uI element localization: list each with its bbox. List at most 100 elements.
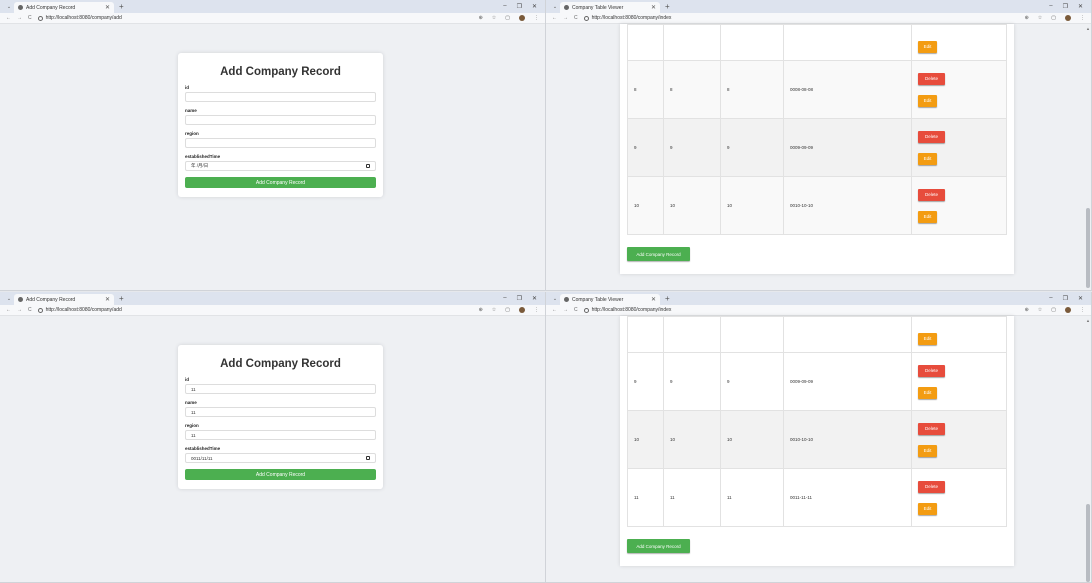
zoom-icon[interactable]: ⊕ (1025, 307, 1029, 313)
delete-button[interactable]: Delete (918, 364, 945, 377)
zoom-icon[interactable]: ⊕ (479, 15, 483, 21)
forward-icon[interactable]: → (17, 307, 22, 313)
tab-search-icon[interactable]: ⌄ (550, 2, 560, 11)
new-tab-icon[interactable]: + (665, 2, 670, 11)
close-tab-icon[interactable]: ✕ (651, 4, 656, 11)
edit-button[interactable]: Edit (918, 94, 937, 107)
profile-avatar[interactable] (1065, 15, 1071, 21)
profile-avatar[interactable] (519, 307, 525, 313)
bookmark-star-icon[interactable]: ☆ (492, 15, 496, 21)
id-input[interactable]: 11 (185, 384, 376, 394)
delete-button[interactable]: Delete (918, 130, 945, 143)
calendar-icon[interactable] (366, 456, 370, 460)
url-field[interactable]: http://localhost:8080/company/add (37, 15, 122, 21)
url-field[interactable]: http://localhost:8080/company/add (37, 307, 122, 313)
site-info-icon[interactable] (37, 307, 43, 313)
close-tab-icon[interactable]: ✕ (105, 4, 110, 11)
site-info-icon[interactable] (37, 15, 43, 21)
restore-icon[interactable]: ❐ (1063, 3, 1068, 10)
menu-icon[interactable]: ⋮ (1080, 307, 1085, 313)
delete-button[interactable]: Delete (918, 480, 945, 493)
bookmark-star-icon[interactable]: ☆ (492, 307, 496, 313)
close-window-icon[interactable]: ✕ (532, 295, 537, 302)
close-tab-icon[interactable]: ✕ (105, 296, 110, 303)
extensions-icon[interactable]: ▢ (505, 15, 510, 21)
tab-search-icon[interactable]: ⌄ (4, 2, 14, 11)
id-input[interactable] (185, 92, 376, 102)
add-company-record-button[interactable]: Add Company Record (627, 247, 690, 261)
edit-button[interactable]: Edit (918, 502, 937, 515)
extensions-icon[interactable]: ▢ (1051, 15, 1056, 21)
forward-icon[interactable]: → (17, 15, 22, 21)
established-time-input[interactable]: 0011/11/11 (185, 453, 376, 463)
forward-icon[interactable]: → (563, 15, 568, 21)
calendar-icon[interactable] (366, 164, 370, 168)
delete-button[interactable]: Delete (918, 188, 945, 201)
site-info-icon[interactable] (583, 307, 589, 313)
back-icon[interactable]: ← (552, 307, 557, 313)
region-input[interactable] (185, 138, 376, 148)
extensions-icon[interactable]: ▢ (1051, 307, 1056, 313)
minimize-icon[interactable]: – (503, 3, 506, 10)
edit-button[interactable]: Edit (918, 332, 937, 345)
add-company-record-button[interactable]: Add Company Record (627, 539, 690, 553)
extensions-icon[interactable]: ▢ (505, 307, 510, 313)
edit-button[interactable]: Edit (918, 386, 937, 399)
delete-button[interactable]: Delete (918, 422, 945, 435)
delete-button[interactable]: Delete (918, 72, 945, 85)
reload-icon[interactable]: C (28, 307, 32, 313)
scroll-up-icon[interactable]: ▲ (1086, 26, 1090, 31)
restore-icon[interactable]: ❐ (517, 295, 522, 302)
edit-button[interactable]: Edit (918, 40, 937, 53)
new-tab-icon[interactable]: + (119, 2, 124, 11)
scroll-up-icon[interactable]: ▲ (1086, 318, 1090, 323)
new-tab-icon[interactable]: + (119, 294, 124, 303)
minimize-icon[interactable]: – (1049, 3, 1052, 10)
menu-icon[interactable]: ⋮ (534, 307, 539, 313)
profile-avatar[interactable] (519, 15, 525, 21)
add-company-submit-button[interactable]: Add Company Record (185, 177, 376, 188)
bookmark-star-icon[interactable]: ☆ (1038, 307, 1042, 313)
menu-icon[interactable]: ⋮ (1080, 15, 1085, 21)
bookmark-star-icon[interactable]: ☆ (1038, 15, 1042, 21)
url-field[interactable]: http://localhost:8080/company/index (583, 15, 671, 21)
menu-icon[interactable]: ⋮ (534, 15, 539, 21)
tab-search-icon[interactable]: ⌄ (4, 294, 14, 303)
scrollbar-thumb[interactable] (1086, 208, 1090, 288)
close-window-icon[interactable]: ✕ (1078, 295, 1083, 302)
new-tab-icon[interactable]: + (665, 294, 670, 303)
reload-icon[interactable]: C (28, 15, 32, 21)
tab-company-table[interactable]: Company Table Viewer ✕ (560, 294, 660, 305)
close-window-icon[interactable]: ✕ (1078, 3, 1083, 10)
add-company-submit-button[interactable]: Add Company Record (185, 469, 376, 480)
close-window-icon[interactable]: ✕ (532, 3, 537, 10)
minimize-icon[interactable]: – (1049, 295, 1052, 302)
forward-icon[interactable]: → (563, 307, 568, 313)
back-icon[interactable]: ← (6, 307, 11, 313)
zoom-icon[interactable]: ⊕ (1025, 15, 1029, 21)
back-icon[interactable]: ← (6, 15, 11, 21)
zoom-icon[interactable]: ⊕ (479, 307, 483, 313)
edit-button[interactable]: Edit (918, 152, 937, 165)
restore-icon[interactable]: ❐ (1063, 295, 1068, 302)
close-tab-icon[interactable]: ✕ (651, 296, 656, 303)
name-input[interactable]: 11 (185, 407, 376, 417)
scrollbar-thumb[interactable] (1086, 504, 1090, 582)
reload-icon[interactable]: C (574, 15, 578, 21)
established-time-input[interactable]: 年 /月/日 (185, 161, 376, 171)
edit-button[interactable]: Edit (918, 444, 937, 457)
tab-add-company[interactable]: Add Company Record ✕ (14, 2, 114, 13)
back-icon[interactable]: ← (552, 15, 557, 21)
reload-icon[interactable]: C (574, 307, 578, 313)
site-info-icon[interactable] (583, 15, 589, 21)
url-field[interactable]: http://localhost:8080/company/index (583, 307, 671, 313)
name-input[interactable] (185, 115, 376, 125)
profile-avatar[interactable] (1065, 307, 1071, 313)
tab-add-company[interactable]: Add Company Record ✕ (14, 294, 114, 305)
minimize-icon[interactable]: – (503, 295, 506, 302)
edit-button[interactable]: Edit (918, 210, 937, 223)
region-input[interactable]: 11 (185, 430, 376, 440)
restore-icon[interactable]: ❐ (517, 3, 522, 10)
tab-company-table[interactable]: Company Table Viewer ✕ (560, 2, 660, 13)
tab-search-icon[interactable]: ⌄ (550, 294, 560, 303)
